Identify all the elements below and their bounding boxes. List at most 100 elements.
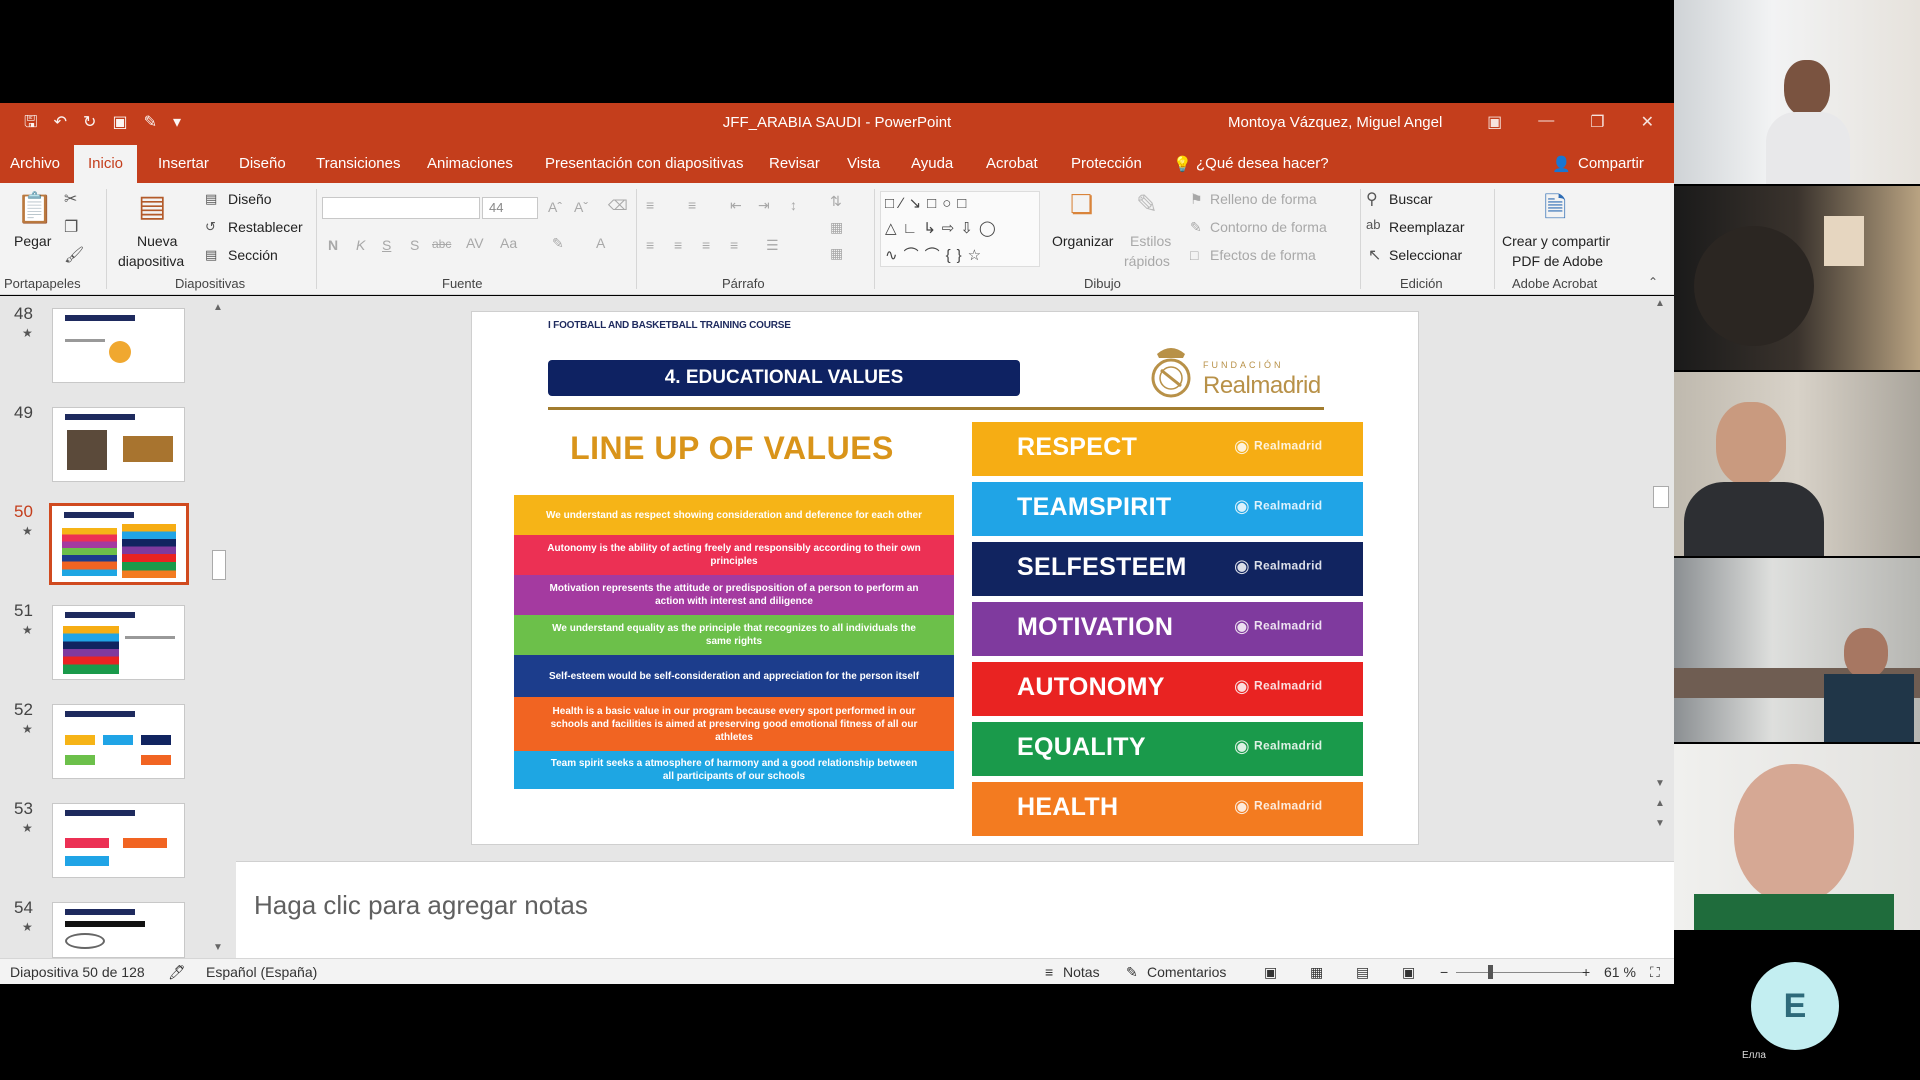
scrollbar-thumb[interactable]	[1653, 486, 1669, 508]
section-button[interactable]: Sección	[228, 247, 278, 263]
zoom-out-icon[interactable]: −	[1440, 964, 1448, 980]
align-right-icon[interactable]: ≡	[702, 237, 710, 253]
participant-video-5[interactable]	[1674, 744, 1920, 930]
tab-animaciones[interactable]: Animaciones	[427, 155, 513, 172]
format-painter-icon[interactable]: 🖌	[64, 245, 84, 265]
minimize-icon[interactable]: —	[1538, 112, 1554, 132]
replace-button[interactable]: Reemplazar	[1389, 219, 1464, 235]
zoom-slider-handle[interactable]	[1488, 965, 1493, 979]
tab-inicio[interactable]: Inicio	[74, 145, 138, 183]
participant-video-3[interactable]	[1674, 372, 1920, 556]
slide-thumbnail[interactable]	[52, 704, 185, 779]
strikethrough-button[interactable]: abc	[432, 237, 451, 251]
quick-styles-icon[interactable]: ✎	[1136, 189, 1158, 220]
slide-thumbnail-active[interactable]	[49, 503, 189, 585]
tab-presentacion[interactable]: Presentación con diapositivas	[545, 155, 743, 172]
tab-archivo[interactable]: Archivo	[10, 155, 60, 172]
zoom-in-icon[interactable]: +	[1582, 964, 1590, 980]
scroll-up-icon[interactable]: ▲	[1655, 298, 1665, 309]
participant-avatar[interactable]: E	[1751, 962, 1839, 1050]
quick-styles-label-2[interactable]: rápidos	[1124, 253, 1170, 269]
decrease-indent-icon[interactable]: ⇤	[730, 197, 742, 214]
new-slide-label-1[interactable]: Nueva	[137, 233, 177, 249]
slide-scrollbar[interactable]: ▲ ▼ ▲ ▼	[1650, 296, 1672, 861]
scroll-up-icon[interactable]: ▲	[213, 302, 223, 313]
tab-diseno[interactable]: Diseño	[239, 155, 286, 172]
bullets-icon[interactable]: ≡	[646, 197, 654, 213]
underline-button[interactable]: S	[382, 237, 391, 253]
find-button[interactable]: Buscar	[1389, 191, 1433, 207]
reading-view-icon[interactable]: ▤	[1356, 964, 1369, 981]
zoom-slider[interactable]	[1456, 972, 1586, 973]
scroll-down-icon[interactable]: ▼	[1655, 778, 1665, 789]
tab-revisar[interactable]: Revisar	[769, 155, 820, 172]
slideshow-icon[interactable]: ▣	[1402, 964, 1415, 981]
spellcheck-icon[interactable]: 🖊	[168, 964, 186, 981]
grow-font-icon[interactable]: Aˆ	[548, 199, 562, 215]
shrink-font-icon[interactable]: Aˇ	[574, 199, 588, 215]
change-case-icon[interactable]: Aa	[500, 235, 517, 251]
shape-effects-button[interactable]: Efectos de forma	[1210, 247, 1316, 263]
shape-outline-button[interactable]: Contorno de forma	[1210, 219, 1327, 235]
fit-to-window-icon[interactable]: ⛶	[1650, 964, 1660, 981]
tab-vista[interactable]: Vista	[847, 155, 880, 172]
notes-toggle[interactable]: Notas	[1063, 964, 1100, 980]
scrollbar-thumb[interactable]	[212, 550, 226, 580]
paste-button[interactable]: Pegar	[14, 233, 51, 249]
collapse-ribbon-icon[interactable]: ⌃	[1648, 275, 1658, 289]
close-icon[interactable]: ✕	[1641, 112, 1654, 132]
slide-thumbnail[interactable]	[52, 605, 185, 680]
reset-button[interactable]: Restablecer	[228, 219, 303, 235]
participant-video-1[interactable]	[1674, 0, 1920, 184]
tab-proteccion[interactable]: Protección	[1071, 155, 1142, 172]
restore-icon[interactable]: ❐	[1590, 112, 1604, 132]
line-spacing-icon[interactable]: ↕	[790, 197, 797, 213]
new-slide-label-2[interactable]: diapositiva	[118, 253, 184, 269]
slide-sorter-icon[interactable]: ▦	[1310, 964, 1323, 981]
current-slide[interactable]: I FOOTBALL AND BASKETBALL TRAINING COURS…	[471, 311, 1419, 845]
notes-pane[interactable]: Haga clic para agregar notas	[236, 861, 1674, 958]
shapes-gallery[interactable]: □∕↘□○□ △∟↳⇨⇩◯ ∿⌒⌒{}☆	[880, 191, 1040, 267]
columns-icon[interactable]: ☰	[766, 237, 779, 254]
shape-fill-button[interactable]: Relleno de forma	[1210, 191, 1317, 207]
align-left-icon[interactable]: ≡	[646, 237, 654, 253]
align-text-icon[interactable]: ▦	[830, 219, 843, 236]
copy-icon[interactable]: ❐	[64, 217, 78, 237]
share-button[interactable]: Compartir	[1578, 155, 1644, 172]
arrange-button[interactable]: Organizar	[1052, 233, 1113, 249]
zoom-level[interactable]: 61 %	[1604, 964, 1636, 980]
tab-ayuda[interactable]: Ayuda	[911, 155, 953, 172]
participant-video-4[interactable]	[1674, 558, 1920, 742]
shadow-button[interactable]: S	[410, 237, 419, 253]
user-name[interactable]: Montoya Vázquez, Miguel Angel	[1228, 114, 1442, 131]
tab-insertar[interactable]: Insertar	[158, 155, 209, 172]
clear-format-icon[interactable]: ⌫	[608, 197, 628, 214]
tab-acrobat[interactable]: Acrobat	[986, 155, 1038, 172]
create-pdf-label-1[interactable]: Crear y compartir	[1502, 233, 1610, 249]
create-pdf-label-2[interactable]: PDF de Adobe	[1512, 253, 1603, 269]
notes-placeholder[interactable]: Haga clic para agregar notas	[254, 890, 588, 921]
text-direction-icon[interactable]: ⇅	[830, 193, 842, 210]
italic-button[interactable]: K	[356, 237, 365, 253]
new-slide-icon[interactable]: ▤	[138, 189, 166, 224]
normal-view-icon[interactable]: ▣	[1264, 964, 1277, 981]
tab-transiciones[interactable]: Transiciones	[316, 155, 400, 172]
language-indicator[interactable]: Español (España)	[206, 964, 317, 980]
highlight-icon[interactable]: ✎	[552, 235, 564, 252]
quick-styles-label-1[interactable]: Estilos	[1130, 233, 1171, 249]
slide-thumbnail[interactable]	[52, 407, 185, 482]
select-button[interactable]: Seleccionar	[1389, 247, 1462, 263]
align-center-icon[interactable]: ≡	[674, 237, 682, 253]
font-color-icon[interactable]: A	[596, 235, 605, 251]
font-size-field[interactable]: 44	[482, 197, 538, 219]
participant-video-2[interactable]	[1674, 186, 1920, 370]
next-slide-icon[interactable]: ▼	[1655, 818, 1665, 829]
layout-button[interactable]: Diseño	[228, 191, 272, 207]
arrange-icon[interactable]: ❏	[1070, 189, 1093, 220]
justify-icon[interactable]: ≡	[730, 237, 738, 253]
slide-thumbnail[interactable]	[52, 902, 185, 958]
increase-indent-icon[interactable]: ⇥	[758, 197, 770, 214]
font-name-field[interactable]	[322, 197, 480, 219]
previous-slide-icon[interactable]: ▲	[1655, 798, 1665, 809]
tell-me-search[interactable]: ¿Qué desea hacer?	[1196, 155, 1329, 172]
